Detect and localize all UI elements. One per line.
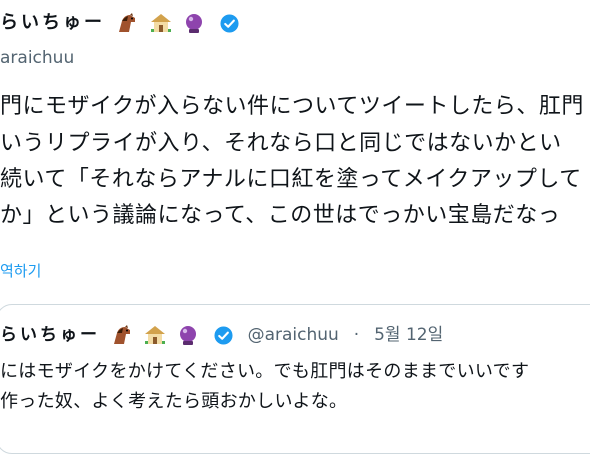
quoted-body-line-2: 作った奴、よく考えたら頭おかしいよな。	[0, 391, 348, 412]
house-emoji-icon	[150, 14, 171, 32]
horse-emoji-icon	[113, 325, 130, 344]
quoted-meta-separator: ·	[353, 325, 360, 345]
quoted-author-row[interactable]: らいちゅー @araichuu · 5월 12일	[0, 320, 443, 346]
translate-tweet-link[interactable]: 역하기	[0, 260, 41, 281]
tweet-body-line-2: いうリプライが入り、それなら口と同じではないかとい	[0, 131, 562, 156]
quoted-tweet-date[interactable]: 5월 12일	[374, 325, 443, 345]
quoted-author-handle[interactable]: @araichuu	[248, 325, 339, 345]
author-display-name[interactable]: らいちゅー	[0, 12, 105, 33]
verified-badge-icon	[214, 325, 233, 345]
author-name-row[interactable]: らいちゅー	[0, 8, 239, 34]
crystal-ball-emoji-icon	[179, 326, 196, 345]
house-emoji-icon	[144, 326, 165, 344]
verified-badge-icon	[220, 13, 239, 33]
horse-emoji-icon	[119, 13, 136, 32]
tweet-body-line-4: か」という議論になって、この世はでっかい宝島だなっ	[0, 203, 561, 228]
quoted-body-line-1: にはモザイクをかけてください。でも肛門はそのままでいいです	[0, 361, 530, 382]
author-handle[interactable]: araichuu	[0, 48, 74, 68]
tweet-body-line-1: 門にモザイクが入らない件についてツイートしたら、肛門	[0, 94, 584, 119]
tweet-body-line-3: 続いて「それならアナルに口紅を塗ってメイクアップして	[0, 167, 582, 192]
crystal-ball-emoji-icon	[185, 14, 202, 33]
quoted-author-display-name[interactable]: らいちゅー	[0, 325, 100, 345]
